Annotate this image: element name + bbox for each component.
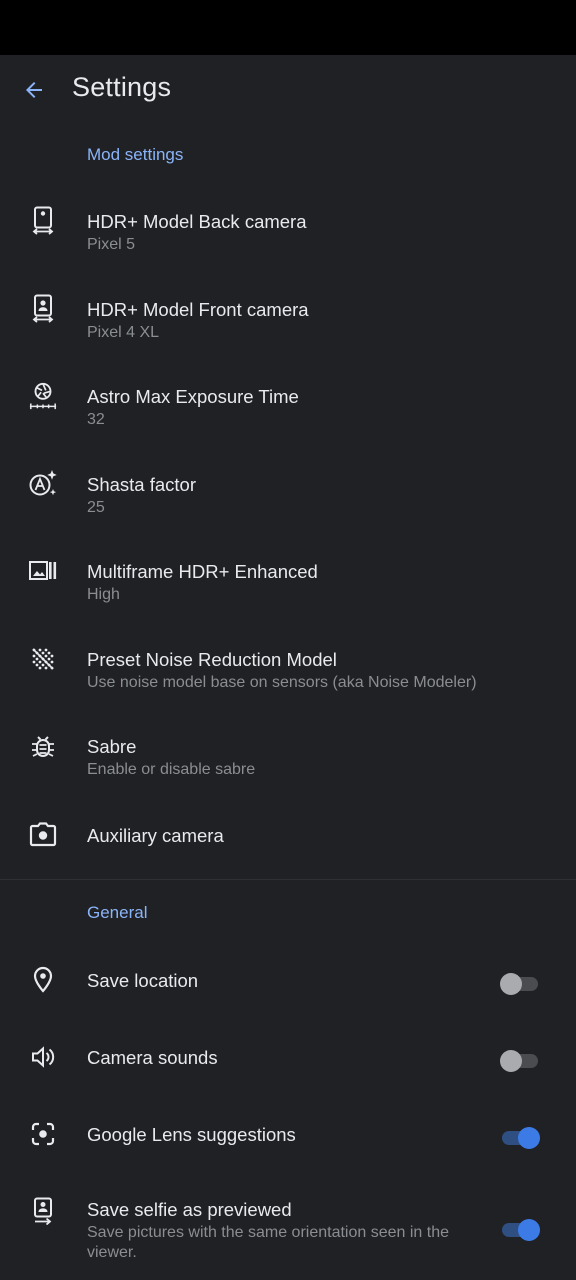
setting-summary: 32 [87,411,105,428]
toggle-thumb [500,973,522,995]
setting-title: Preset Noise Reduction Model [87,649,337,670]
setting-title: Astro Max Exposure Time [87,386,299,407]
page-title: Settings [72,72,172,102]
camera-icon [28,820,58,850]
setting-save-selfie-previewed[interactable]: Save selfie as previewed Save pictures w… [0,1186,576,1266]
setting-summary: Pixel 4 XL [87,324,160,341]
setting-title: Google Lens suggestions [87,1124,296,1145]
google-lens-toggle[interactable] [500,1125,540,1151]
setting-title: Sabre [87,736,137,757]
back-button[interactable] [18,75,50,105]
setting-title: Shasta factor [87,474,197,495]
setting-title: Camera sounds [87,1047,218,1068]
setting-save-location[interactable]: Save location [0,955,576,1015]
status-bar [0,0,576,55]
lens-icon [28,1119,58,1149]
setting-astro-max-exposure[interactable]: Astro Max Exposure Time 32 [0,373,576,445]
setting-auxiliary-camera[interactable]: Auxiliary camera [0,810,576,866]
setting-title: HDR+ Model Front camera [87,299,309,320]
save-location-toggle[interactable] [500,971,540,997]
setting-summary: Enable or disable sabre [87,761,256,778]
auto-sparkle-icon [28,469,58,499]
selfie-mirror-icon [28,1196,58,1226]
setting-summary: Save pictures with the same orientation … [87,1224,449,1261]
setting-hdr-model-front[interactable]: HDR+ Model Front camera Pixel 4 XL [0,286,576,358]
setting-sabre[interactable]: Sabre Enable or disable sabre [0,723,576,795]
arrow-back-icon [22,78,46,102]
setting-camera-sounds[interactable]: Camera sounds [0,1032,576,1092]
setting-summary: Use noise model base on sensors (aka Noi… [87,674,477,691]
speaker-icon [28,1042,58,1072]
setting-title: Save selfie as previewed [87,1199,292,1220]
setting-summary: Pixel 5 [87,236,136,253]
section-header-mod-settings: Mod settings [87,145,184,164]
setting-title: Multiframe HDR+ Enhanced [87,561,318,582]
location-pin-icon [28,965,58,995]
grain-icon [28,644,58,674]
save-selfie-toggle[interactable] [500,1217,540,1243]
toggle-thumb [518,1127,540,1149]
setting-summary: 25 [87,499,105,516]
toggle-thumb [500,1050,522,1072]
burst-image-icon [28,556,58,586]
bug-icon [28,731,58,761]
setting-preset-noise-reduction[interactable]: Preset Noise Reduction Model Use noise m… [0,636,576,708]
phone-front-camera-icon [28,294,58,324]
app-bar: Settings [0,55,576,125]
setting-title: Auxiliary camera [87,825,224,846]
shutter-timer-icon [28,381,58,411]
setting-summary: High [87,586,120,603]
setting-google-lens[interactable]: Google Lens suggestions [0,1109,576,1169]
setting-hdr-model-back[interactable]: HDR+ Model Back camera Pixel 5 [0,198,576,270]
setting-title: Save location [87,970,199,991]
setting-multiframe-hdr[interactable]: Multiframe HDR+ Enhanced High [0,548,576,620]
section-divider [0,879,576,880]
setting-shasta-factor[interactable]: Shasta factor 25 [0,461,576,533]
setting-title: HDR+ Model Back camera [87,211,307,232]
phone-back-camera-icon [28,206,58,236]
section-header-general: General [87,903,148,922]
camera-sounds-toggle[interactable] [500,1048,540,1074]
toggle-thumb [518,1219,540,1241]
